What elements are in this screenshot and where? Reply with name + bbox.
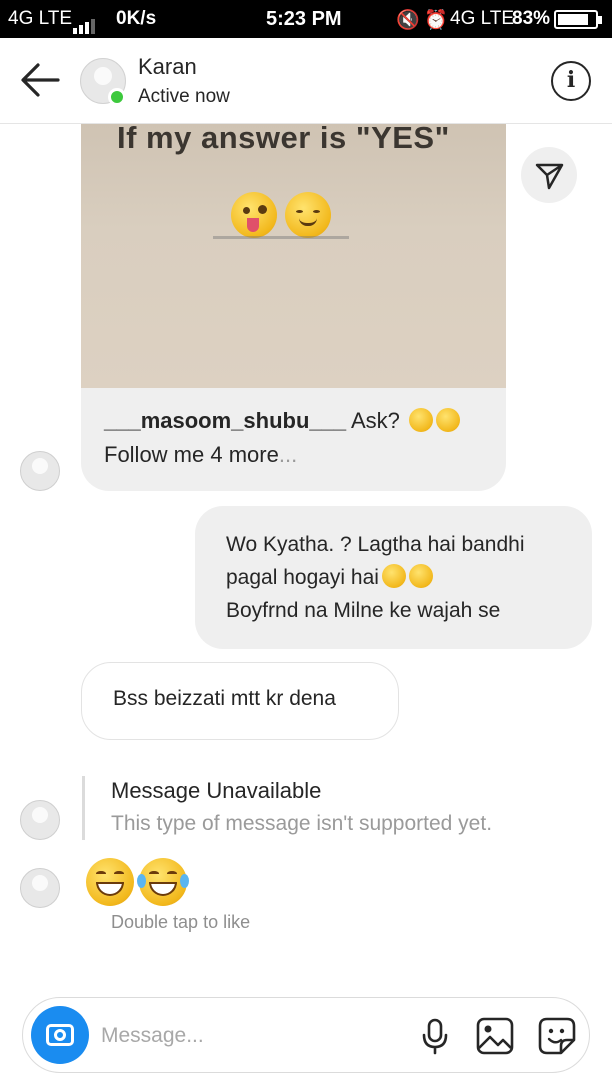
tears-of-joy-emoji-icon[interactable]	[137, 858, 189, 906]
incoming-message[interactable]: Bss beizzati mtt kr dena	[81, 662, 399, 740]
outgoing-message[interactable]: Wo Kyatha. ? Lagtha hai bandhi pagal hog…	[195, 506, 592, 649]
sticker-icon[interactable]	[537, 1016, 577, 1056]
network-speed: 0K/s	[116, 8, 157, 29]
post-caption-text: Follow me 4 more	[104, 442, 279, 467]
microphone-icon[interactable]	[415, 1016, 455, 1056]
winking-tongue-emoji-icon	[231, 192, 277, 238]
contact-name[interactable]: Karan	[138, 54, 197, 80]
unavailable-message-bar	[82, 776, 85, 840]
signal-icon	[73, 12, 97, 34]
grinning-emoji-icon[interactable]	[86, 858, 134, 906]
message-input[interactable]	[101, 1020, 401, 1052]
post-caption: ___masoom_shubu___ Ask?	[104, 408, 461, 434]
chat-header: Karan Active now i	[0, 38, 612, 124]
alarm-icon: ⏰	[424, 10, 448, 31]
shared-post-card[interactable]: If my answer is "YES" ___masoom_shubu___…	[81, 124, 506, 491]
message-line: Wo Kyatha. ? Lagtha hai bandhi	[226, 533, 525, 556]
shared-post-image[interactable]: If my answer is "YES"	[81, 124, 506, 388]
thinking-face-emoji-icon	[436, 408, 461, 432]
mute-icon: 🔇	[396, 10, 420, 31]
online-indicator	[108, 88, 126, 106]
unavailable-message-title: Message Unavailable	[111, 778, 322, 803]
message-line: pagal hogayi hai	[226, 566, 379, 589]
network-label-right: 4G LTE	[450, 8, 515, 29]
grinning-emoji-icon	[381, 564, 406, 588]
info-icon[interactable]: i	[551, 61, 591, 101]
contact-status: Active now	[138, 86, 230, 107]
more-link[interactable]: ...	[279, 442, 297, 467]
tears-of-joy-emoji-icon	[408, 564, 433, 588]
battery-icon	[554, 10, 602, 29]
relieved-face-emoji-icon	[409, 408, 434, 432]
message-composer	[22, 997, 590, 1073]
clock: 5:23 PM	[266, 8, 342, 30]
post-author[interactable]: ___masoom_shubu___	[104, 408, 346, 433]
share-icon[interactable]	[521, 147, 577, 203]
sender-avatar[interactable]	[20, 800, 60, 840]
camera-icon[interactable]	[31, 1006, 89, 1064]
message-line: Boyfrnd na Milne ke wajah se	[226, 599, 501, 622]
back-arrow-icon[interactable]	[18, 60, 62, 100]
message-line-with-emoji: pagal hogayi hai	[226, 561, 592, 594]
post-image-caption: If my answer is "YES"	[117, 124, 450, 155]
status-bar: 4G LTE 0K/s 5:23 PM 🔇 ⏰ 4G LTE 83%	[0, 0, 612, 38]
image-shadow	[213, 236, 349, 239]
gallery-icon[interactable]	[475, 1016, 515, 1056]
sender-avatar[interactable]	[20, 868, 60, 908]
relieved-face-emoji-icon	[285, 192, 331, 238]
post-caption-line2: Follow me 4 more...	[104, 442, 297, 468]
unavailable-message-subtitle: This type of message isn't supported yet…	[111, 812, 493, 835]
network-label: 4G LTE	[8, 8, 73, 29]
double-tap-hint: Double tap to like	[111, 912, 251, 932]
post-text: Ask?	[346, 408, 407, 433]
sender-avatar[interactable]	[20, 451, 60, 491]
battery-percent: 83%	[512, 8, 551, 29]
